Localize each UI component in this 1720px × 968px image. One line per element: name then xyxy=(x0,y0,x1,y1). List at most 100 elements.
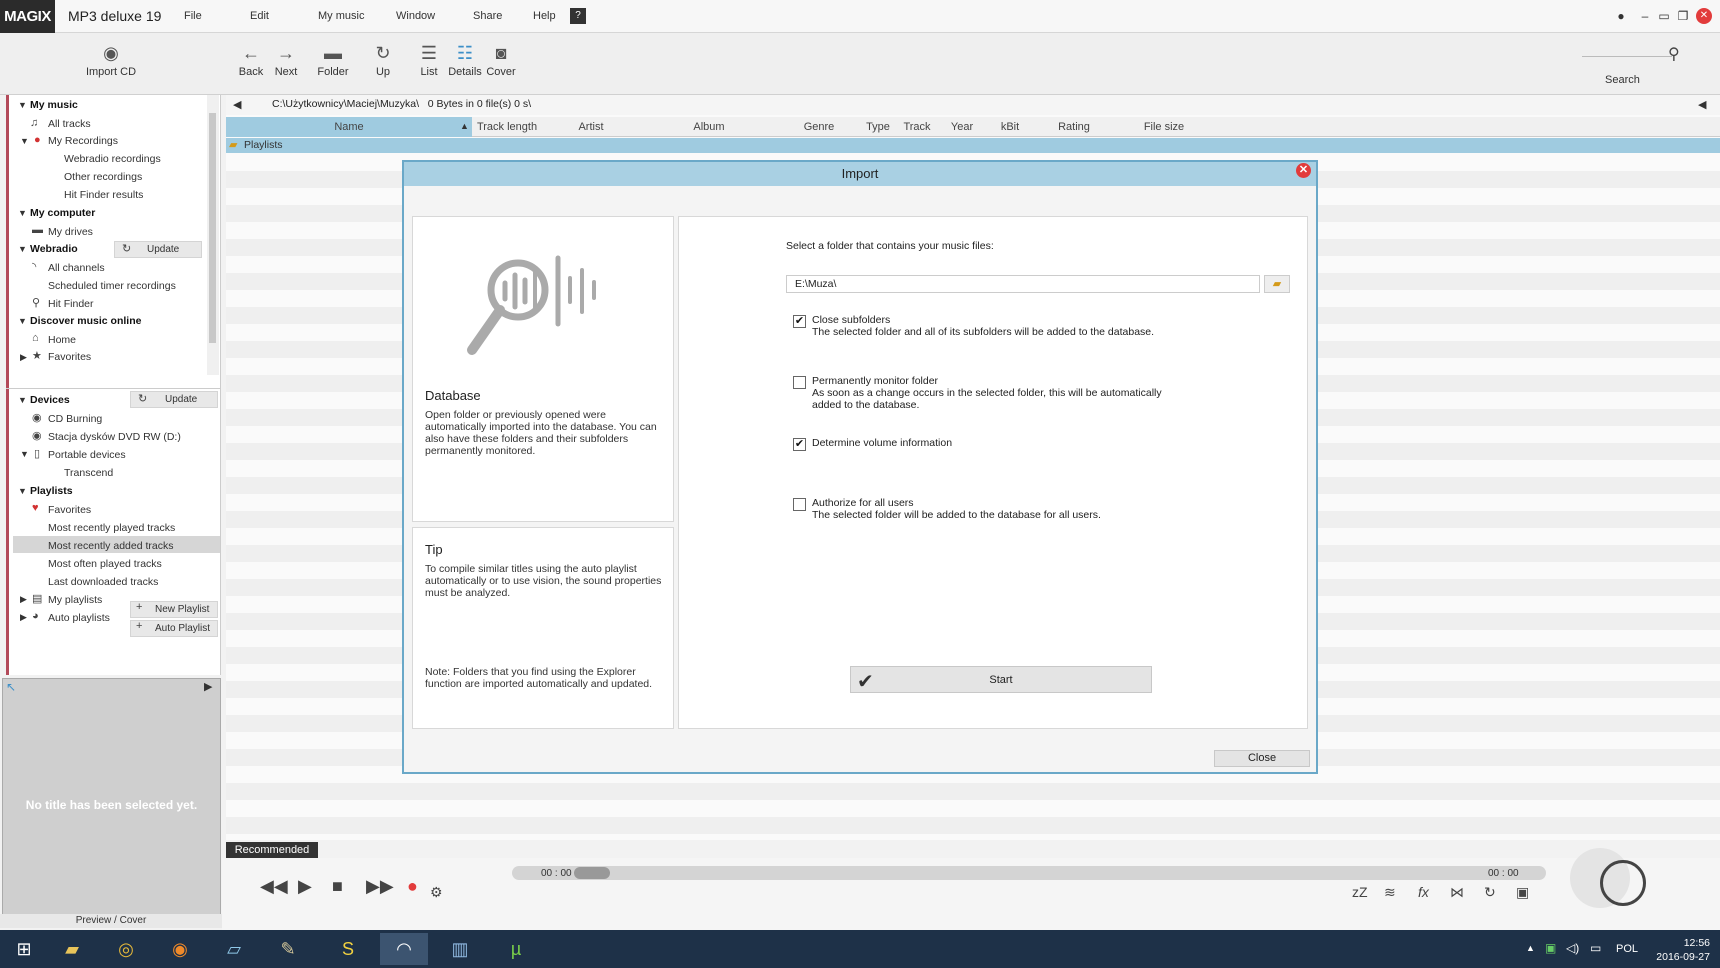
sidebar-cd-burning[interactable]: CD Burning xyxy=(48,413,102,425)
fast-forward-icon[interactable]: ▶▶ xyxy=(366,876,394,897)
volume-knob[interactable] xyxy=(1600,860,1646,906)
auto-playlist-button[interactable]: Auto Playlist xyxy=(130,620,218,637)
sidebar-favorites[interactable]: Favorites xyxy=(48,351,91,363)
sidebar-last-downloaded[interactable]: Last downloaded tracks xyxy=(48,576,158,588)
minimize-icon[interactable]: – xyxy=(1637,8,1653,24)
preview-expand-icon[interactable]: ▶ xyxy=(204,680,212,693)
sidebar-recent-played[interactable]: Most recently played tracks xyxy=(48,522,175,534)
table-row[interactable]: Playlists xyxy=(226,138,1720,153)
firefox-icon[interactable]: ◉ xyxy=(156,933,204,965)
sidebar-scheduled-recordings[interactable]: Scheduled timer recordings xyxy=(48,280,176,292)
collapse-icon[interactable]: ▼ xyxy=(18,486,27,496)
maximize-icon[interactable]: ❐ xyxy=(1675,8,1691,24)
effects-icon[interactable]: fx xyxy=(1418,884,1429,900)
expand-icon[interactable]: ▶ xyxy=(20,612,27,623)
preview-cover-label[interactable]: Preview / Cover xyxy=(0,914,222,928)
sidebar-webradio-recordings[interactable]: Webradio recordings xyxy=(64,153,161,165)
sublime-icon[interactable]: S xyxy=(324,933,372,965)
collapse-icon[interactable]: ▼ xyxy=(20,449,29,459)
repeat-icon[interactable]: ↻ xyxy=(1484,884,1496,901)
expand-icon[interactable]: ▶ xyxy=(20,352,27,363)
utorrent-icon[interactable]: µ xyxy=(492,933,540,965)
collapse-icon[interactable]: ▼ xyxy=(20,136,29,146)
menu-my-music[interactable]: My music xyxy=(318,10,364,22)
up-button[interactable]: ↻ Up xyxy=(362,40,404,78)
sidebar-my-playlists[interactable]: My playlists xyxy=(48,594,102,606)
sidebar-portable-devices[interactable]: Portable devices xyxy=(48,449,126,461)
dialog-close-icon[interactable]: ✕ xyxy=(1296,163,1311,178)
sidebar-home[interactable]: Home xyxy=(48,334,76,346)
mp3-deluxe-taskbar-icon[interactable]: ◠ xyxy=(380,933,428,965)
sidebar-webradio[interactable]: Webradio xyxy=(30,243,78,255)
collapse-icon[interactable]: ▼ xyxy=(18,208,27,218)
tray-clock[interactable]: 12:56 2016-09-27 xyxy=(1630,936,1710,964)
sidebar-dvd-drive[interactable]: Stacja dysków DVD RW (D:) xyxy=(48,431,181,443)
folder-path-input[interactable]: E:\Muza\ xyxy=(786,275,1260,293)
col-kbit[interactable]: kBit xyxy=(986,121,1034,133)
file-explorer-icon[interactable]: ▰ xyxy=(48,933,96,965)
sidebar-playlists[interactable]: Playlists xyxy=(30,485,73,497)
settings-dot-icon[interactable]: ● xyxy=(1613,8,1629,24)
menu-edit[interactable]: Edit xyxy=(250,10,269,22)
sidebar-devices[interactable]: Devices xyxy=(30,394,70,406)
sidebar-auto-playlists[interactable]: Auto playlists xyxy=(48,612,110,624)
sidebar-pl-favorites[interactable]: Favorites xyxy=(48,504,91,516)
sort-asc-icon[interactable]: ▲ xyxy=(460,121,469,131)
cover-view-button[interactable]: ◙ Cover xyxy=(480,40,522,78)
sidebar-my-recordings[interactable]: My Recordings xyxy=(48,135,118,147)
col-rating[interactable]: Rating xyxy=(1036,121,1112,133)
new-playlist-button[interactable]: New Playlist xyxy=(130,601,218,618)
sidebar-hit-finder-results[interactable]: Hit Finder results xyxy=(64,189,143,201)
col-file-size[interactable]: File size xyxy=(1114,121,1214,133)
panel-collapse-icon[interactable]: ◀ xyxy=(1698,98,1706,111)
col-type[interactable]: Type xyxy=(862,121,894,133)
search-icon[interactable]: ⚲ xyxy=(1668,44,1680,64)
chrome-icon[interactable]: ◎ xyxy=(102,933,150,965)
menu-share[interactable]: Share xyxy=(473,10,502,22)
volume-info-checkbox[interactable]: ✔ xyxy=(793,438,806,451)
play-icon[interactable]: ▶ xyxy=(298,876,312,897)
collapse-icon[interactable]: ▼ xyxy=(18,100,27,110)
col-year[interactable]: Year xyxy=(940,121,984,133)
tray-speaker-icon[interactable]: ◁) xyxy=(1566,941,1579,955)
tray-network-icon[interactable]: ▭ xyxy=(1590,941,1601,955)
sidebar-my-computer[interactable]: My computer xyxy=(30,207,95,219)
col-track[interactable]: Track xyxy=(896,121,938,133)
sidebar-most-often[interactable]: Most often played tracks xyxy=(48,558,162,570)
col-name[interactable]: Name xyxy=(226,121,472,133)
progress-knob[interactable] xyxy=(574,867,610,879)
menu-help[interactable]: Help xyxy=(533,10,556,22)
expand-icon[interactable]: ▶ xyxy=(20,594,27,605)
record-settings-icon[interactable]: ⚙ xyxy=(430,884,443,901)
next-button[interactable]: → Next xyxy=(265,40,307,78)
col-artist[interactable]: Artist xyxy=(542,121,640,133)
notes-icon[interactable]: ▱ xyxy=(210,933,258,965)
tray-nvidia-icon[interactable]: ▣ xyxy=(1545,941,1556,955)
sidebar-my-music[interactable]: My music xyxy=(30,99,78,111)
sidebar-recent-added[interactable]: Most recently added tracks xyxy=(48,540,173,552)
sidebar-scrollbar[interactable] xyxy=(207,95,219,375)
sidebar-discover[interactable]: Discover music online xyxy=(30,315,141,327)
close-subfolders-checkbox[interactable]: ✔ xyxy=(793,315,806,328)
app-window-icon[interactable]: ▥ xyxy=(436,933,484,965)
stop-icon[interactable]: ■ xyxy=(332,876,343,897)
sidebar-my-drives[interactable]: My drives xyxy=(48,226,93,238)
monitor-folder-checkbox[interactable] xyxy=(793,376,806,389)
col-genre[interactable]: Genre xyxy=(778,121,860,133)
rewind-icon[interactable]: ◀◀ xyxy=(260,876,288,897)
help-icon[interactable]: ? xyxy=(570,8,586,24)
collapse-icon[interactable]: ▼ xyxy=(18,395,27,405)
folder-button[interactable]: ▬ Folder xyxy=(312,40,354,78)
sidebar-all-channels[interactable]: All channels xyxy=(48,262,105,274)
import-cd-button[interactable]: ◉ Import CD xyxy=(80,40,142,78)
start-button[interactable]: ✔ Start xyxy=(850,666,1152,693)
paint-icon[interactable]: ✎ xyxy=(264,933,312,965)
progress-slider[interactable] xyxy=(512,866,1546,880)
browse-folder-button[interactable]: ▰ xyxy=(1264,275,1290,293)
record-icon[interactable]: ● xyxy=(407,876,418,897)
path-back-icon[interactable]: ◀ xyxy=(233,98,241,111)
menu-file[interactable]: File xyxy=(184,10,202,22)
windows-start-icon[interactable]: ⊞ xyxy=(0,933,48,965)
col-album[interactable]: Album xyxy=(642,121,776,133)
sidebar-all-tracks[interactable]: All tracks xyxy=(48,118,91,130)
